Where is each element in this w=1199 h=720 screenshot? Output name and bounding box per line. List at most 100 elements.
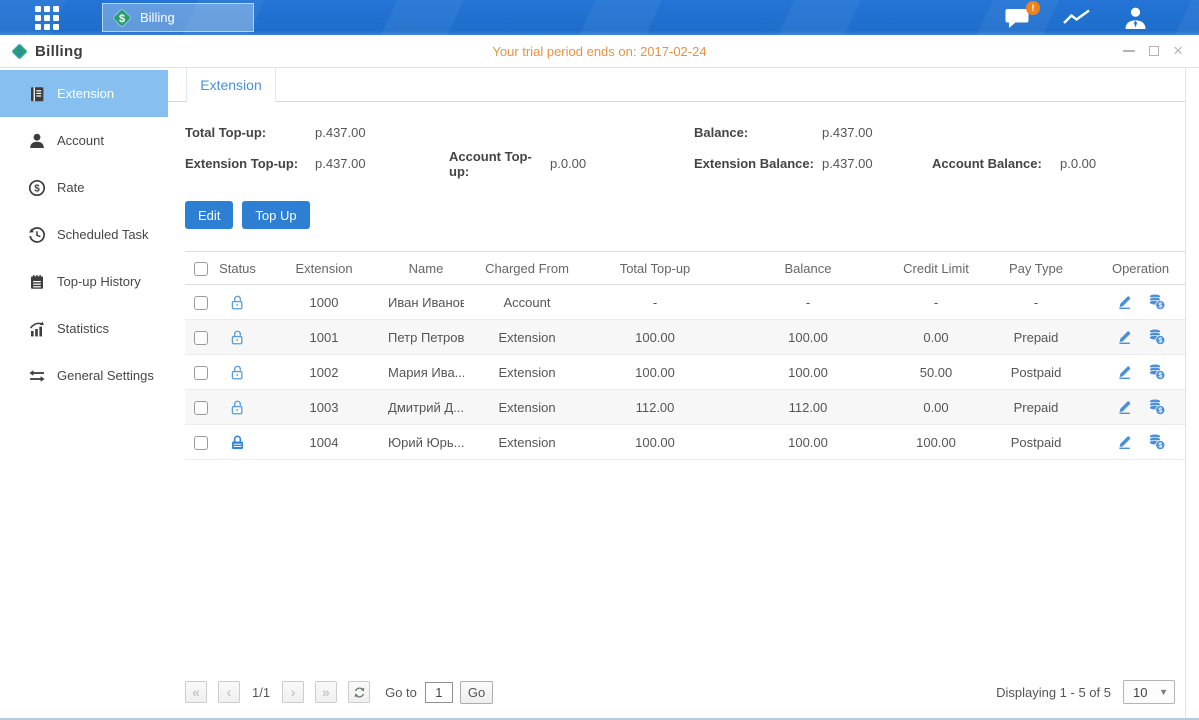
cell-extension: 1003 — [260, 390, 388, 425]
lock-closed-icon[interactable] — [229, 434, 246, 451]
cell-name: Петр Петров — [388, 320, 464, 355]
col-name[interactable]: Name — [388, 252, 464, 285]
sidebar-item-label: Rate — [57, 180, 84, 195]
go-button[interactable]: Go — [460, 681, 493, 704]
lock-open-icon[interactable] — [229, 399, 246, 416]
col-operation[interactable]: Operation — [1096, 252, 1185, 285]
page-size-select[interactable]: 10 ▼ — [1123, 680, 1175, 704]
edit-icon[interactable] — [1116, 363, 1133, 380]
extension-balance-label: Extension Balance: — [694, 156, 822, 171]
page-indicator: 1/1 — [252, 685, 270, 700]
balance-summary: Total Top-up: p.437.00 Balance: p.437.00… — [185, 117, 1185, 179]
edit-button[interactable]: Edit — [185, 201, 233, 229]
sidebar-item-topup-history[interactable]: Top-up History — [0, 258, 168, 305]
account-top-up-value: p.0.00 — [550, 156, 694, 171]
notifications-button[interactable]: ! — [1004, 7, 1032, 29]
main-panel: Extension Total Top-up: p.437.00 Balance… — [168, 68, 1186, 718]
sidebar-item-label: Statistics — [57, 321, 109, 336]
window-titlebar: $ Billing Your trial period ends on: 201… — [0, 35, 1199, 68]
monitor-button[interactable] — [1062, 7, 1092, 29]
prev-page-button[interactable]: ‹ — [218, 681, 240, 703]
cell-extension: 1002 — [260, 355, 388, 390]
cell-balance: - — [720, 285, 896, 320]
goto-page-input[interactable] — [425, 682, 453, 703]
cell-balance: 100.00 — [720, 425, 896, 460]
extension-table: Status Extension Name Charged From Total… — [185, 251, 1185, 460]
cell-name: Дмитрий Д... — [388, 390, 464, 425]
pagination-bar: « ‹ 1/1 › » Go to Go Displaying — [168, 670, 1185, 718]
row-checkbox[interactable] — [194, 296, 208, 310]
top-up-icon[interactable] — [1147, 362, 1166, 381]
total-top-up-value: p.437.00 — [315, 125, 449, 140]
cell-credit-limit: 0.00 — [896, 390, 976, 425]
col-extension[interactable]: Extension — [260, 252, 388, 285]
edit-icon[interactable] — [1116, 433, 1133, 450]
cell-total-top-up: 100.00 — [590, 320, 720, 355]
extension-balance-value: p.437.00 — [822, 156, 932, 171]
col-credit-limit[interactable]: Credit Limit — [896, 252, 976, 285]
edit-icon[interactable] — [1116, 398, 1133, 415]
first-page-button[interactable]: « — [185, 681, 207, 703]
extension-icon — [28, 85, 46, 103]
top-up-icon[interactable] — [1147, 292, 1166, 311]
cell-credit-limit: 100.00 — [896, 425, 976, 460]
cell-pay-type: Prepaid — [976, 390, 1096, 425]
cell-total-top-up: 100.00 — [590, 355, 720, 390]
balance-label: Balance: — [694, 125, 822, 140]
refresh-button[interactable] — [348, 681, 370, 703]
last-page-button[interactable]: » — [315, 681, 337, 703]
col-status[interactable]: Status — [215, 252, 260, 285]
next-page-button[interactable]: › — [282, 681, 304, 703]
user-button[interactable] — [1122, 6, 1149, 30]
row-checkbox[interactable] — [194, 366, 208, 380]
row-checkbox[interactable] — [194, 436, 208, 450]
col-total-top-up[interactable]: Total Top-up — [590, 252, 720, 285]
svg-text:$: $ — [34, 183, 40, 194]
trial-notice: Your trial period ends on: 2017-02-24 — [0, 44, 1199, 59]
topbar: $ Billing ! — [0, 0, 1199, 35]
sidebar-item-account[interactable]: Account — [0, 117, 168, 164]
cell-total-top-up: - — [590, 285, 720, 320]
top-up-icon[interactable] — [1147, 432, 1166, 451]
sidebar-item-statistics[interactable]: Statistics — [0, 305, 168, 352]
maximize-button[interactable] — [1149, 44, 1159, 58]
taskbar-billing-tab[interactable]: $ Billing — [102, 3, 254, 32]
refresh-icon — [353, 686, 366, 699]
minimize-button[interactable] — [1123, 44, 1135, 58]
cell-total-top-up: 112.00 — [590, 390, 720, 425]
row-checkbox[interactable] — [194, 401, 208, 415]
lock-open-icon[interactable] — [229, 364, 246, 381]
cell-name: Мария Ива... — [388, 355, 464, 390]
sidebar-item-general-settings[interactable]: General Settings — [0, 352, 168, 399]
sidebar-item-extension[interactable]: Extension — [0, 70, 168, 117]
col-balance[interactable]: Balance — [720, 252, 896, 285]
tab-extension[interactable]: Extension — [186, 68, 276, 102]
top-up-icon[interactable] — [1147, 397, 1166, 416]
line-chart-icon — [1062, 7, 1092, 29]
app-launcher-button[interactable] — [35, 6, 59, 30]
col-pay-type[interactable]: Pay Type — [976, 252, 1096, 285]
select-all-checkbox[interactable] — [194, 262, 208, 276]
sidebar-item-rate[interactable]: $ Rate — [0, 164, 168, 211]
tab-label: Extension — [200, 77, 261, 93]
billing-app-window: $ Billing ! — [0, 0, 1199, 720]
top-up-icon[interactable] — [1147, 327, 1166, 346]
tabbar: Extension — [168, 68, 1185, 102]
edit-icon[interactable] — [1116, 328, 1133, 345]
goto-label: Go to — [385, 685, 417, 700]
edit-icon[interactable] — [1116, 293, 1133, 310]
sidebar-item-label: Top-up History — [57, 274, 141, 289]
cell-balance: 100.00 — [720, 320, 896, 355]
window-title: Billing — [35, 43, 83, 60]
cell-charged-from: Extension — [464, 425, 590, 460]
lock-open-icon[interactable] — [229, 329, 246, 346]
sidebar-item-label: General Settings — [57, 368, 154, 383]
table-row: 1001 Петр Петров Extension 100.00 100.00… — [185, 320, 1185, 355]
row-checkbox[interactable] — [194, 331, 208, 345]
lock-open-icon[interactable] — [229, 294, 246, 311]
col-charged-from[interactable]: Charged From — [464, 252, 590, 285]
sidebar-item-scheduled-task[interactable]: Scheduled Task — [0, 211, 168, 258]
notification-badge: ! — [1026, 1, 1040, 15]
top-up-button[interactable]: Top Up — [242, 201, 309, 229]
close-button[interactable]: × — [1173, 44, 1183, 58]
